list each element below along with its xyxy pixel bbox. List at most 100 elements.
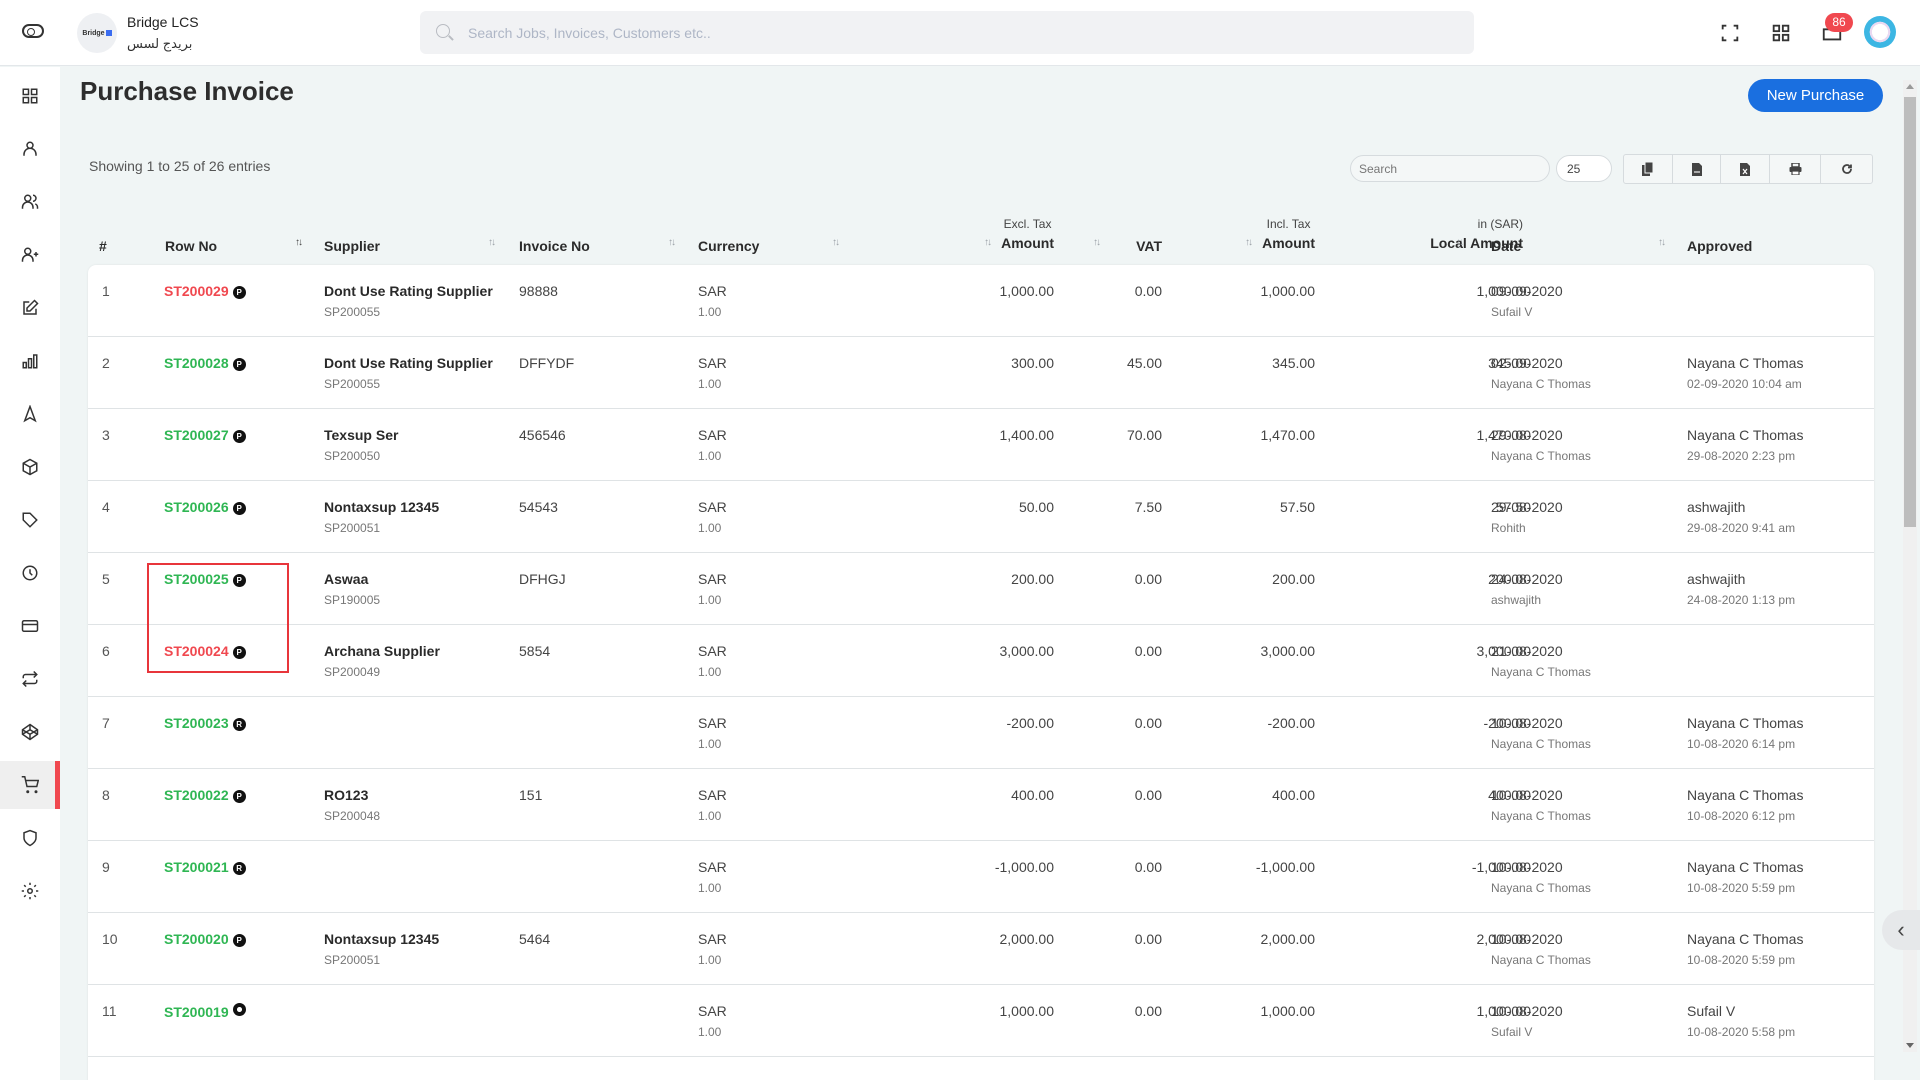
table-row[interactable]: 2 ST200028 P Dont Use Rating Supplier SP2000…	[88, 337, 1874, 409]
sort-icon[interactable]: ↑↓	[488, 237, 496, 248]
row-no-link[interactable]: ST200019	[164, 1003, 246, 1020]
created-by: Nayana C Thomas	[1491, 449, 1591, 463]
sort-icon[interactable]: ↑↓	[668, 237, 676, 248]
table-row[interactable]: 5 ST200025 P Aswaa SP190005 DFHGJ SAR 1.00 200.0…	[88, 553, 1874, 625]
page-scrollbar[interactable]	[1903, 80, 1917, 1052]
col-vat[interactable]: VAT	[1136, 238, 1162, 254]
row-no-link[interactable]: ST200028 P	[164, 355, 246, 371]
invoice-no: DFHGJ	[519, 571, 566, 587]
table-row[interactable]: 1 ST200029 P Dont Use Rating Supplier SP2000…	[88, 265, 1874, 337]
sidebar-item-users[interactable]	[0, 178, 60, 226]
row-no-link[interactable]: ST200027 P	[164, 427, 246, 443]
invoice-date: 02-09-2020	[1491, 355, 1563, 371]
approved-at: 29-08-2020 9:41 am	[1687, 521, 1796, 535]
col-excl-amount[interactable]: Excl. Tax Amount	[1001, 217, 1054, 251]
fullscreen-icon[interactable]	[1719, 22, 1741, 44]
sidebar-item-reports[interactable]	[0, 337, 60, 385]
col-supplier[interactable]: Supplier	[324, 238, 380, 254]
currency: SAR	[698, 715, 727, 731]
refresh-button[interactable]	[1821, 155, 1872, 183]
created-by: ashwajith	[1491, 593, 1542, 607]
sort-icon[interactable]: ↑↓	[1093, 237, 1101, 248]
table-row[interactable]: 7 ST200023 R SAR 1.00 -200.00 0.00 -200.00 -200.…	[88, 697, 1874, 769]
sort-icon[interactable]: ↑↓	[1456, 237, 1464, 248]
col-date[interactable]: Date	[1491, 238, 1521, 254]
col-row-no[interactable]: Row No	[165, 238, 217, 254]
scroll-thumb[interactable]	[1904, 97, 1916, 527]
invoice-date: 10-08-2020	[1491, 787, 1563, 803]
sidebar-item-edit[interactable]	[0, 284, 60, 332]
sidebar-item-history[interactable]	[0, 549, 60, 597]
sidebar-item-navigation[interactable]	[0, 390, 60, 438]
table-row[interactable]: 11 ST200019 SAR 1.00 1,000.00 0.00 1,000.00 1,0…	[88, 985, 1874, 1057]
sidebar-item-purchase[interactable]	[0, 761, 60, 809]
sidebar-item-codepen[interactable]	[0, 708, 60, 756]
sidebar-item-user[interactable]	[0, 125, 60, 173]
vat-amount: 0.00	[1134, 715, 1162, 731]
sidebar-item-security[interactable]	[0, 814, 60, 862]
excel-button[interactable]	[1721, 155, 1770, 183]
col-approved[interactable]: Approved	[1687, 238, 1752, 254]
invoice-no: 98888	[519, 283, 558, 299]
print-button[interactable]	[1770, 155, 1821, 183]
apps-grid-icon[interactable]	[1770, 22, 1792, 44]
bar-chart-icon	[22, 354, 38, 369]
scroll-down-arrow-icon[interactable]	[1906, 1043, 1914, 1048]
sidebar-toggle-icon[interactable]	[22, 24, 44, 38]
table-row[interactable]: 8 ST200022 P RO123 SP200048 151 SAR 1.00 400.00 0…	[88, 769, 1874, 841]
row-no-link[interactable]: ST200020 P	[164, 931, 246, 947]
table-row[interactable]: 9 ST200021 R SAR 1.00 -1,000.00 0.00 -1,000.00-…	[88, 841, 1874, 913]
table-row[interactable]: 6 ST200024 P Archana Supplier SP200049 5854 SA…	[88, 625, 1874, 697]
row-no-link[interactable]: ST200022 P	[164, 787, 246, 803]
invoice-no: 5464	[519, 931, 551, 947]
csv-button[interactable]	[1673, 155, 1721, 183]
col-currency[interactable]: Currency	[698, 238, 759, 254]
row-no-link[interactable]: ST200029 P	[164, 283, 246, 299]
row-no-link[interactable]: ST200023 R	[164, 715, 246, 731]
sort-icon[interactable]: ↑↓	[1245, 237, 1253, 248]
brand-logo[interactable]: Bridge	[77, 13, 117, 53]
table-search-input[interactable]	[1350, 155, 1550, 182]
row-index: 10	[102, 931, 118, 947]
table-row[interactable]: 10 ST200020 P Nontaxsup 12345 SP200051 5464 SA…	[88, 913, 1874, 985]
table-row[interactable]: 4 ST200026 P Nontaxsup 12345 SP200051 54543 SA…	[88, 481, 1874, 553]
sidebar-item-payments[interactable]	[0, 602, 60, 650]
sort-icon[interactable]: ↑↓	[1658, 237, 1666, 248]
table-row[interactable]: 3 ST200027 P Texsup Ser SP200050 456546 SAR 1.0…	[88, 409, 1874, 481]
created-by: Nayana C Thomas	[1491, 953, 1591, 967]
scroll-up-arrow-icon[interactable]	[1906, 84, 1914, 89]
row-no-text: ST200025	[164, 571, 229, 587]
row-no-text: ST200027	[164, 427, 229, 443]
sidebar-item-tags[interactable]	[0, 496, 60, 544]
excl-tax-amount: 1,000.00	[999, 283, 1055, 299]
vat-amount: 0.00	[1134, 643, 1162, 659]
row-no-link[interactable]: ST200021 R	[164, 859, 246, 875]
sidebar-item-dashboard[interactable]	[0, 72, 60, 120]
sidebar-item-packages[interactable]	[0, 443, 60, 491]
currency: SAR	[698, 283, 727, 299]
row-no-link[interactable]: ST200026 P	[164, 499, 246, 515]
sidebar-item-settings[interactable]	[0, 867, 60, 915]
sort-icon[interactable]: ↑↓	[984, 237, 992, 248]
global-search[interactable]	[420, 11, 1474, 54]
sort-icon[interactable]: ↑↓	[832, 237, 840, 248]
panel-collapse-button[interactable]: ‹	[1882, 910, 1920, 950]
copy-icon	[1642, 162, 1654, 176]
grid-icon	[22, 88, 38, 104]
excl-tax-amount: -200.00	[1006, 715, 1054, 731]
sidebar-item-transfers[interactable]	[0, 655, 60, 703]
new-purchase-button[interactable]: New Purchase	[1748, 79, 1883, 112]
col-incl-amount[interactable]: Incl. Tax Amount	[1262, 217, 1315, 251]
row-no-link[interactable]: ST200024 P	[164, 643, 246, 659]
copy-button[interactable]	[1624, 155, 1673, 183]
global-search-input[interactable]	[468, 24, 1368, 41]
page-size-select[interactable]	[1556, 155, 1612, 182]
sidebar-item-add-user[interactable]	[0, 231, 60, 279]
approved-by: Nayana C Thomas	[1687, 859, 1804, 875]
row-index: 2	[102, 355, 110, 371]
user-avatar[interactable]	[1864, 16, 1896, 48]
approved-cell: Nayana C Thomas 02-09-2020 10:04 am	[1687, 355, 1803, 391]
col-invoice-no[interactable]: Invoice No	[519, 238, 590, 254]
row-no-link[interactable]: ST200025 P	[164, 571, 246, 587]
sort-icon[interactable]: ↑↓	[295, 237, 303, 248]
